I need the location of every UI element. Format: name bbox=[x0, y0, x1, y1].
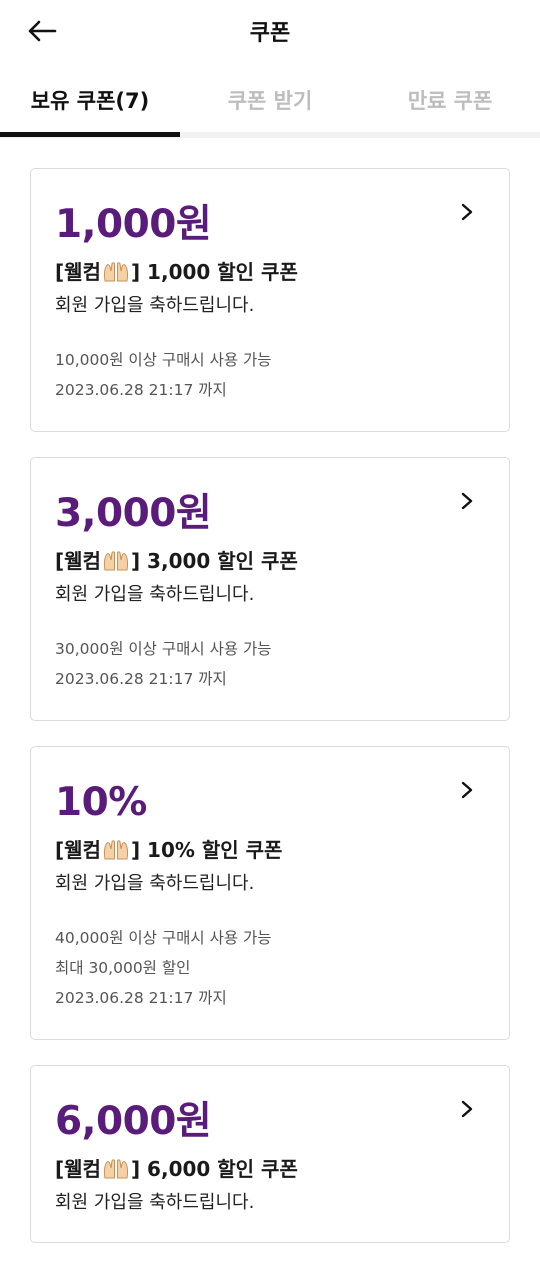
coupon-condition: 40,000원 이상 구매시 사용 가능 bbox=[55, 929, 272, 947]
coupon-name: [웰컴 ] 6,000 할인 쿠폰 bbox=[55, 1154, 485, 1184]
coupon-name-suffix: ] 1,000 할인 쿠폰 bbox=[130, 260, 298, 284]
arrow-left-icon bbox=[28, 20, 57, 42]
coupon-list: 1,000원 [웰컴 ] 1,000 할인 쿠폰회원 가입을 축하드립니다. 10,0… bbox=[30, 168, 510, 1268]
raising-hands-icon bbox=[102, 549, 130, 571]
coupon-name-prefix: [웰컴 bbox=[55, 260, 101, 284]
coupon-card[interactable]: 6,000원 [웰컴 ] 6,000 할인 쿠폰회원 가입을 축하드립니다. bbox=[30, 1065, 510, 1243]
coupon-card[interactable]: 3,000원 [웰컴 ] 3,000 할인 쿠폰회원 가입을 축하드립니다. 30,0… bbox=[30, 457, 510, 721]
coupon-condition: 2023.06.28 21:17 까지 bbox=[55, 381, 227, 399]
coupon-conditions: 30,000원 이상 구매시 사용 가능 2023.06.28 21:17 까지 bbox=[55, 634, 485, 694]
coupon-name: [웰컴 ] 10% 할인 쿠폰 bbox=[55, 835, 485, 865]
raising-hands-icon bbox=[102, 838, 130, 860]
coupon-name-suffix: ] 10% 할인 쿠폰 bbox=[130, 838, 283, 862]
raising-hands-icon bbox=[102, 1157, 130, 1179]
coupon-name-suffix: ] 6,000 할인 쿠폰 bbox=[130, 1157, 298, 1181]
chevron-right-icon bbox=[461, 492, 473, 510]
tab-indicator bbox=[0, 132, 180, 137]
app-bar: 쿠폰 bbox=[0, 0, 540, 62]
coupon-name-suffix: ] 3,000 할인 쿠폰 bbox=[130, 549, 298, 573]
coupon-condition: 2023.06.28 21:17 까지 bbox=[55, 989, 227, 1007]
back-button[interactable] bbox=[22, 13, 62, 49]
coupon-condition: 2023.06.28 21:17 까지 bbox=[55, 670, 227, 688]
coupon-description: 회원 가입을 축하드립니다. bbox=[55, 1192, 255, 1213]
coupon-name: [웰컴 ] 1,000 할인 쿠폰 bbox=[55, 257, 485, 287]
coupon-amount: 6,000원 bbox=[55, 1099, 212, 1144]
coupon-amount: 1,000원 bbox=[55, 202, 212, 247]
coupon-description: 회원 가입을 축하드립니다. bbox=[55, 873, 255, 894]
coupon-card[interactable]: 10% [웰컴 ] 10% 할인 쿠폰회원 가입을 축하드립니다. 40,000원 이… bbox=[30, 746, 510, 1040]
tab-get-coupons[interactable]: 쿠폰 받기 bbox=[180, 66, 360, 134]
tab-bar: 보유 쿠폰(7) 쿠폰 받기 만료 쿠폰 bbox=[0, 66, 540, 138]
coupon-amount: 3,000원 bbox=[55, 491, 212, 536]
coupon-description: 회원 가입을 축하드립니다. bbox=[55, 584, 255, 605]
coupon-conditions: 10,000원 이상 구매시 사용 가능 2023.06.28 21:17 까지 bbox=[55, 345, 485, 405]
tab-expired-coupons[interactable]: 만료 쿠폰 bbox=[360, 66, 540, 134]
chevron-right-icon bbox=[461, 203, 473, 221]
coupon-condition: 최대 30,000원 할인 bbox=[55, 959, 191, 977]
coupon-card[interactable]: 1,000원 [웰컴 ] 1,000 할인 쿠폰회원 가입을 축하드립니다. 10,0… bbox=[30, 168, 510, 432]
coupon-condition: 30,000원 이상 구매시 사용 가능 bbox=[55, 640, 272, 658]
raising-hands-icon bbox=[102, 260, 130, 282]
coupon-name-prefix: [웰컴 bbox=[55, 1157, 101, 1181]
coupon-name-prefix: [웰컴 bbox=[55, 838, 101, 862]
coupon-name: [웰컴 ] 3,000 할인 쿠폰 bbox=[55, 546, 485, 576]
tab-owned-coupons[interactable]: 보유 쿠폰(7) bbox=[0, 66, 180, 134]
chevron-right-icon bbox=[461, 781, 473, 799]
coupon-condition: 10,000원 이상 구매시 사용 가능 bbox=[55, 351, 272, 369]
coupon-amount: 10% bbox=[55, 780, 147, 825]
chevron-right-icon bbox=[461, 1100, 473, 1118]
coupon-description: 회원 가입을 축하드립니다. bbox=[55, 295, 255, 316]
coupon-conditions: 40,000원 이상 구매시 사용 가능최대 30,000원 할인 2023.06… bbox=[55, 923, 485, 1013]
page-title: 쿠폰 bbox=[249, 21, 291, 46]
coupon-name-prefix: [웰컴 bbox=[55, 549, 101, 573]
